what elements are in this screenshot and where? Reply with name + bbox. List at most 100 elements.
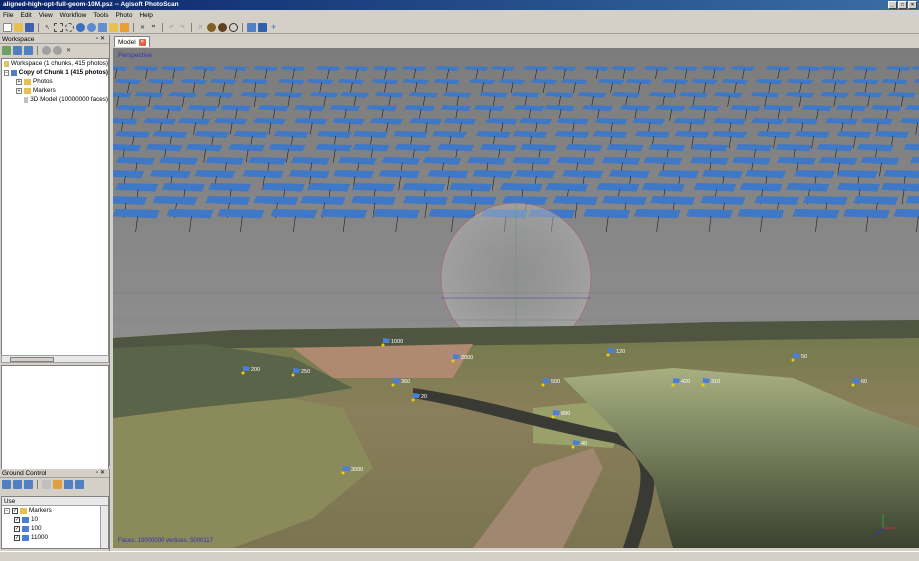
view-source-icon[interactable] <box>75 480 84 489</box>
use-checkbox[interactable]: ✓ <box>14 534 20 541</box>
textured-icon[interactable] <box>218 22 227 32</box>
export-icon[interactable] <box>13 480 22 489</box>
marker-point[interactable] <box>451 359 455 363</box>
menu-view[interactable]: View <box>39 12 53 19</box>
markers-icon[interactable] <box>258 22 267 32</box>
collapse-icon[interactable]: − <box>4 507 10 514</box>
rotate-region-icon[interactable] <box>120 22 129 32</box>
marker-label: 310 <box>711 379 720 385</box>
collapse-icon[interactable]: − <box>4 69 10 76</box>
undo-icon[interactable]: ↶ <box>167 23 176 32</box>
reset-icon[interactable] <box>24 480 33 489</box>
region-icon[interactable] <box>98 22 107 32</box>
crop-icon[interactable]: ⌗ <box>149 23 158 32</box>
window-title: aligned-high-opt-full-geom-10M.psz -- Ag… <box>3 1 179 8</box>
marker-point[interactable] <box>701 383 705 387</box>
scene-canvas[interactable]: 1000 2000 200 250 360 50 60 20 420 500 120 310 890 30… <box>113 48 919 548</box>
optimize-icon[interactable] <box>53 480 62 489</box>
close-icon[interactable]: × <box>908 1 917 9</box>
menu-photo[interactable]: Photo <box>115 12 132 19</box>
tab-model-label: Model <box>118 38 136 46</box>
point-cloud-icon[interactable]: ⁙ <box>196 23 205 32</box>
solid-icon[interactable] <box>207 22 216 32</box>
row-label: Markers <box>29 507 52 514</box>
tree-root[interactable]: Workspace (1 chunks, 415 photos) <box>2 59 108 68</box>
horizontal-scrollbar[interactable] <box>1 355 109 363</box>
column-header-use[interactable]: Use <box>2 497 108 506</box>
redo-icon[interactable]: ↷ <box>178 23 187 32</box>
settings-icon[interactable] <box>42 480 51 489</box>
select-icon[interactable]: ↖ <box>43 23 52 32</box>
menu-file[interactable]: File <box>3 12 13 19</box>
row-label: 11000 <box>31 534 49 541</box>
wireframe-icon[interactable] <box>229 22 238 32</box>
model-viewport[interactable]: 1000 2000 200 250 360 50 60 20 420 500 120 310 890 30… <box>113 48 919 548</box>
table-row[interactable]: ✓ 100 <box>2 524 108 533</box>
tree-markers-label: Markers <box>33 87 56 94</box>
add-chunk-icon[interactable] <box>2 46 11 55</box>
menu-help[interactable]: Help <box>139 12 152 19</box>
use-checkbox[interactable]: ✓ <box>14 525 20 532</box>
close-icon[interactable]: ✕ <box>100 36 107 42</box>
scrollbar-thumb[interactable] <box>10 357 54 362</box>
tree-chunk-label: Copy of Chunk 1 (415 photos) <box>18 69 108 76</box>
vertical-scrollbar[interactable] <box>100 506 108 548</box>
circle-select-icon[interactable] <box>65 22 74 32</box>
add-markers-icon[interactable] <box>24 46 33 55</box>
open-icon[interactable] <box>14 22 23 32</box>
expand-icon[interactable]: + <box>16 78 22 85</box>
remove-icon[interactable]: ✕ <box>64 46 73 55</box>
use-checkbox[interactable]: ✓ <box>14 516 20 523</box>
table-row[interactable]: ✓ 11000 <box>2 533 108 542</box>
toolbar-separator <box>242 22 243 32</box>
disable-icon[interactable] <box>53 46 62 55</box>
marker-point[interactable] <box>551 415 555 419</box>
tree-model[interactable]: 3D Model (10000000 faces) <box>2 95 108 104</box>
menu-tools[interactable]: Tools <box>93 12 108 19</box>
save-icon[interactable] <box>25 22 34 32</box>
import-icon[interactable] <box>2 480 11 489</box>
table-row[interactable]: − ✓ Markers <box>2 506 108 515</box>
navigation-icon[interactable] <box>76 22 85 32</box>
close-icon[interactable]: ✕ <box>138 38 146 46</box>
new-icon[interactable] <box>3 22 12 32</box>
marker-point[interactable] <box>851 383 855 387</box>
cameras-icon[interactable] <box>247 22 256 32</box>
delete-icon[interactable]: ✕ <box>138 23 147 32</box>
marker-point[interactable] <box>381 343 385 347</box>
marker-point[interactable] <box>241 371 245 375</box>
expand-icon[interactable]: + <box>16 87 22 94</box>
menu-workflow[interactable]: Workflow <box>60 12 87 19</box>
table-row[interactable]: ✓ 10 <box>2 515 108 524</box>
ground-control-toolbar <box>0 478 109 491</box>
enable-icon[interactable] <box>42 46 51 55</box>
marker-label: 2000 <box>461 355 473 361</box>
marker-point[interactable] <box>606 353 610 357</box>
marker-point[interactable] <box>571 445 575 449</box>
menu-edit[interactable]: Edit <box>20 12 31 19</box>
tree-photos[interactable]: + Photos <box>2 77 108 86</box>
marker-point[interactable] <box>391 383 395 387</box>
maximize-icon[interactable]: □ <box>898 1 907 9</box>
update-icon[interactable] <box>64 480 73 489</box>
use-checkbox[interactable]: ✓ <box>12 507 18 514</box>
marker-point[interactable] <box>671 383 675 387</box>
main-toolbar: ↖ ✕ ⌗ ↶ ↷ ⁙ ✛ <box>0 21 919 34</box>
tree-chunk[interactable]: − Copy of Chunk 1 (415 photos) <box>2 68 108 77</box>
tab-model[interactable]: Model ✕ <box>114 36 150 47</box>
marker-point[interactable] <box>541 383 545 387</box>
resize-region-icon[interactable] <box>109 22 118 32</box>
tree-photos-label: Photos <box>33 78 53 85</box>
add-photos-icon[interactable] <box>13 46 22 55</box>
marker-point[interactable] <box>411 398 415 402</box>
minimize-icon[interactable]: _ <box>888 1 897 9</box>
close-icon[interactable]: ✕ <box>100 470 107 476</box>
marker-point[interactable] <box>791 358 795 362</box>
marker-point[interactable] <box>291 373 295 377</box>
rect-select-icon[interactable] <box>54 22 63 32</box>
marker-point[interactable] <box>341 471 345 475</box>
ground-control-header: Ground Control ▫✕ <box>0 469 109 478</box>
rotate-icon[interactable] <box>87 22 96 32</box>
reset-view-icon[interactable]: ✛ <box>269 23 278 32</box>
tree-markers[interactable]: + Markers <box>2 86 108 95</box>
